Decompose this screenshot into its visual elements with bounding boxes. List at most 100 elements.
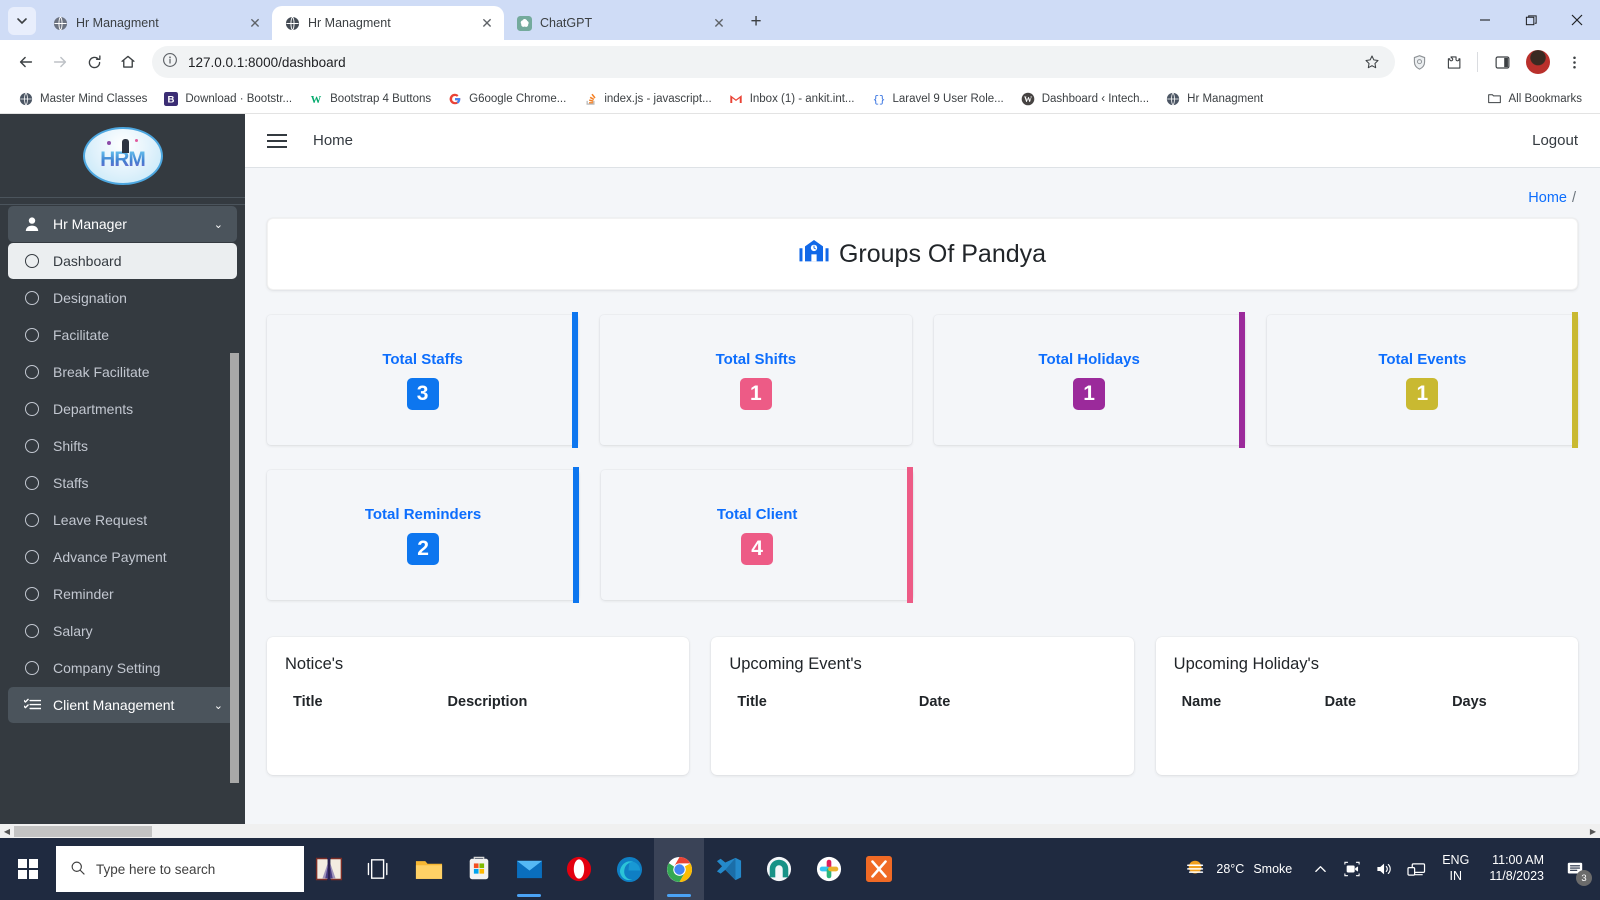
close-icon[interactable]: ✕ <box>710 14 728 32</box>
bookmark-item[interactable]: {} Laravel 9 User Role... <box>863 88 1012 110</box>
bookmark-item[interactable]: Hr Managment <box>1157 88 1271 110</box>
home-icon[interactable] <box>112 46 144 78</box>
vscode-icon[interactable] <box>704 838 754 900</box>
taskbar-search[interactable]: Type here to search <box>56 846 304 892</box>
chrome-icon[interactable] <box>654 838 704 900</box>
start-button[interactable] <box>0 838 56 900</box>
weather-widget[interactable]: 28°C Smoke <box>1173 858 1304 881</box>
stat-card-total-holidays[interactable]: Total Holidays 1 <box>933 312 1245 448</box>
stat-card-total-reminders[interactable]: Total Reminders 2 <box>267 467 580 603</box>
sidebar-item-label: Staffs <box>53 475 89 491</box>
windows-icon <box>17 858 39 880</box>
reload-icon[interactable] <box>78 46 110 78</box>
column-header: Days <box>1452 694 1487 710</box>
mail-icon[interactable] <box>504 838 554 900</box>
sidebar-item-salary[interactable]: Salary <box>8 613 237 649</box>
slack-icon[interactable] <box>804 838 854 900</box>
browser-tab[interactable]: Hr Managment ✕ <box>40 6 272 40</box>
bookmark-item[interactable]: Inbox (1) - ankit.int... <box>720 88 863 110</box>
info-circle-icon[interactable] <box>162 52 178 73</box>
extensions-icon[interactable] <box>1437 46 1469 78</box>
browser-tab-active[interactable]: Hr Managment ✕ <box>272 6 504 40</box>
column-header: Title <box>293 694 323 710</box>
stat-label: Total Staffs <box>382 350 463 368</box>
bookmark-item[interactable]: B Download · Bootstr... <box>155 88 300 110</box>
chevron-down-icon[interactable]: ⌄ <box>214 218 223 231</box>
forward-icon[interactable] <box>44 46 76 78</box>
stat-card-total-shifts[interactable]: Total Shifts 1 <box>600 315 912 445</box>
all-bookmarks-button[interactable]: All Bookmarks <box>1479 88 1591 110</box>
minimize-button[interactable] <box>1462 0 1508 40</box>
show-hidden-icons-button[interactable] <box>1304 838 1336 900</box>
scroll-right-arrow[interactable]: ▶ <box>1586 827 1600 836</box>
tab-title: ChatGPT <box>540 16 593 30</box>
sidebar-item-shifts[interactable]: Shifts <box>8 428 237 464</box>
back-icon[interactable] <box>10 46 42 78</box>
gitkraken-icon[interactable] <box>754 838 804 900</box>
sidebar-item-leave-request[interactable]: Leave Request <box>8 502 237 538</box>
sidebar-scrollbar-thumb[interactable] <box>230 353 239 783</box>
close-icon[interactable]: ✕ <box>246 14 264 32</box>
bookmark-item[interactable]: W Dashboard ‹ Intech... <box>1012 88 1157 110</box>
edge-icon[interactable] <box>604 838 654 900</box>
sidebar-item-advance-payment[interactable]: Advance Payment <box>8 539 237 575</box>
scroll-left-arrow[interactable]: ◀ <box>0 827 14 836</box>
circle-icon <box>22 661 42 675</box>
sidebar-item-hr-manager[interactable]: Hr Manager ⌄ <box>8 206 237 242</box>
bookmark-item[interactable]: G6oogle Chrome... <box>439 88 574 110</box>
sidebar-item-facilitate[interactable]: Facilitate <box>8 317 237 353</box>
bookmark-star-icon[interactable] <box>1359 49 1385 75</box>
camera-icon[interactable] <box>1336 838 1368 900</box>
sidebar-item-staffs[interactable]: Staffs <box>8 465 237 501</box>
shield-icon[interactable] <box>1403 46 1435 78</box>
stat-card-total-client[interactable]: Total Client 4 <box>601 467 914 603</box>
notices-table: Title Description <box>285 688 671 716</box>
network-icon[interactable] <box>1400 838 1432 900</box>
scrollbar-thumb[interactable] <box>14 826 152 837</box>
clock-widget[interactable]: 11:00 AM 11/8/2023 <box>1479 853 1554 884</box>
dictionary-icon[interactable] <box>304 838 354 900</box>
task-view-icon[interactable] <box>354 838 404 900</box>
brand-logo[interactable]: HRM <box>0 114 245 198</box>
search-placeholder: Type here to search <box>96 861 216 877</box>
bookmark-item[interactable]: W Bootstrap 4 Buttons <box>300 88 439 110</box>
sidebar-scrollbar[interactable] <box>230 198 242 838</box>
bookmark-item[interactable]: Master Mind Classes <box>10 88 155 110</box>
language-indicator[interactable]: ENG IN <box>1432 853 1479 884</box>
side-panel-icon[interactable] <box>1486 46 1518 78</box>
nav-home-link[interactable]: Home <box>313 132 353 149</box>
hamburger-icon[interactable] <box>267 133 287 148</box>
xampp-icon[interactable] <box>854 838 904 900</box>
scrollbar-track[interactable] <box>14 825 1586 837</box>
card-accent-bar <box>572 312 579 448</box>
chevron-down-icon[interactable]: ⌄ <box>214 699 223 712</box>
maximize-button[interactable] <box>1508 0 1554 40</box>
sidebar-item-company-setting[interactable]: Company Setting <box>8 650 237 686</box>
close-button[interactable] <box>1554 0 1600 40</box>
chrome-menu-icon[interactable] <box>1558 46 1590 78</box>
browser-tab[interactable]: ChatGPT ✕ <box>504 6 736 40</box>
logout-button[interactable]: Logout <box>1532 132 1578 149</box>
page-horizontal-scrollbar[interactable]: ◀ ▶ <box>0 824 1600 838</box>
stat-card-total-staffs[interactable]: Total Staffs 3 <box>267 312 579 448</box>
new-tab-button[interactable]: + <box>742 8 770 36</box>
address-bar[interactable]: 127.0.0.1:8000/dashboard <box>152 46 1395 78</box>
volume-icon[interactable] <box>1368 838 1400 900</box>
opera-icon[interactable] <box>554 838 604 900</box>
sidebar-item-designation[interactable]: Designation <box>8 280 237 316</box>
file-explorer-icon[interactable] <box>404 838 454 900</box>
stat-card-total-events[interactable]: Total Events 1 <box>1266 312 1578 448</box>
bookmark-item[interactable]: index.js - javascript... <box>574 88 719 110</box>
notification-center-button[interactable]: 3 <box>1554 838 1596 900</box>
breadcrumb-home-link[interactable]: Home <box>1528 190 1567 206</box>
microsoft-store-icon[interactable] <box>454 838 504 900</box>
sidebar-item-client-management[interactable]: Client Management ⌄ <box>8 687 237 723</box>
sidebar-item-reminder[interactable]: Reminder <box>8 576 237 612</box>
sidebar-item-label: Advance Payment <box>53 549 167 565</box>
sidebar-item-dashboard[interactable]: Dashboard <box>8 243 237 279</box>
profile-avatar[interactable] <box>1526 50 1550 74</box>
sidebar-item-departments[interactable]: Departments <box>8 391 237 427</box>
tab-search-button[interactable] <box>8 7 36 35</box>
close-icon[interactable]: ✕ <box>478 14 496 32</box>
sidebar-item-break-facilitate[interactable]: Break Facilitate <box>8 354 237 390</box>
